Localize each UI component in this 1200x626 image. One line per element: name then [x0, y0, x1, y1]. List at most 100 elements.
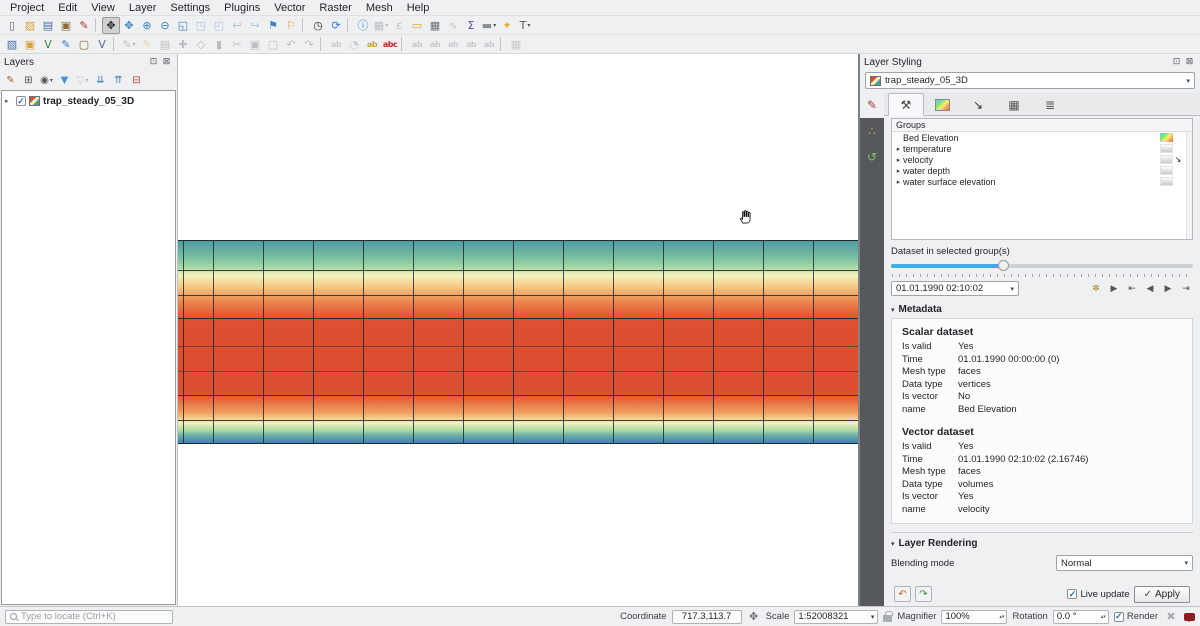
zoom-to-layer-icon[interactable]: ◰ [210, 17, 228, 34]
pan-to-selection-icon[interactable]: ✥ [120, 17, 138, 34]
dataset-group-row[interactable]: ▸ velocity ↘ [892, 154, 1192, 165]
refresh-map-icon[interactable]: ⟳ [327, 17, 345, 34]
previous-frame-button[interactable]: ◀ [1143, 282, 1157, 295]
expand-all-icon[interactable]: ⇊ [92, 72, 109, 88]
coordinate-input[interactable]: 717.3,113.7 [672, 610, 742, 624]
messages-icon[interactable] [1184, 613, 1195, 621]
sum-features-icon[interactable]: Σ [462, 17, 480, 34]
layer-rendering-header[interactable]: ▾ Layer Rendering [891, 532, 1193, 549]
mesh-frame-tab[interactable]: ▦ [996, 94, 1032, 115]
menu-item[interactable]: Layer [122, 0, 164, 15]
add-db-layer-icon[interactable]: ▢ [75, 36, 93, 53]
change-label-icon[interactable]: ab [480, 36, 498, 53]
filter-by-expression-icon[interactable]: ▽ [74, 72, 91, 88]
toggle-editing-icon[interactable]: ✎ [138, 36, 156, 53]
current-edits-icon[interactable]: ✎ [120, 36, 138, 53]
copy-features-icon[interactable]: ▣ [246, 36, 264, 53]
remove-layer-icon[interactable]: ⊟ [128, 72, 145, 88]
dataset-group-row[interactable]: ▸ water depth [892, 165, 1192, 176]
pin-labels-icon[interactable]: ab [408, 36, 426, 53]
temporal-controller-icon[interactable]: ◷ [309, 17, 327, 34]
contours-tab[interactable] [924, 94, 960, 115]
close-panel-icon[interactable]: ⊠ [160, 56, 173, 68]
undo-icon[interactable]: ↶ [282, 36, 300, 53]
vertex-tool-icon[interactable]: ◇ [192, 36, 210, 53]
add-postgis-layer-icon[interactable]: ▣ [21, 36, 39, 53]
zoom-in-icon[interactable]: ⊕ [138, 17, 156, 34]
print-layout-icon[interactable]: ▣ [57, 17, 75, 34]
contours-chip-icon[interactable] [1160, 155, 1173, 164]
time-slider[interactable] [891, 260, 1193, 272]
contours-chip-icon[interactable] [1160, 144, 1173, 153]
render-checkbox[interactable]: ✓ Render [1114, 611, 1158, 622]
dataset-group-row[interactable]: ▸ water surface elevation [892, 176, 1192, 187]
layer-visibility-checkbox[interactable]: ✓ [16, 96, 26, 106]
metadata-header[interactable]: ▾ Metadata [891, 304, 1193, 315]
zoom-next-icon[interactable]: ↪ [246, 17, 264, 34]
expander-icon[interactable]: ▸ [894, 145, 903, 153]
playback-settings-button[interactable]: ✻ [1089, 282, 1103, 295]
vectors-tab[interactable]: ↘ [960, 94, 996, 115]
new-bookmark-icon[interactable]: ⚑ [264, 17, 282, 34]
redo-style-button[interactable]: ↷ [915, 586, 932, 602]
time-combo[interactable]: 01.01.1990 02:10:02 ▾ [891, 281, 1019, 296]
text-annotation-icon[interactable]: T [516, 17, 534, 34]
open-project-icon[interactable]: ▨ [21, 17, 39, 34]
zoom-out-icon[interactable]: ⊖ [156, 17, 174, 34]
node-diagram-tab[interactable]: ∴ [860, 118, 884, 144]
expander-icon[interactable]: ▸ [894, 156, 903, 164]
extents-toggle-icon[interactable]: ✥ [747, 608, 761, 625]
add-feature-icon[interactable]: ✚ [174, 36, 192, 53]
add-delimited-text-icon[interactable]: ✎ [57, 36, 75, 53]
expander-icon[interactable]: ▸ [894, 167, 903, 175]
menu-item[interactable]: Mesh [359, 0, 400, 15]
style-manager-icon[interactable]: ✎ [75, 17, 93, 34]
last-frame-button[interactable]: ⇥ [1179, 282, 1193, 295]
next-frame-button[interactable]: ▶ [1161, 282, 1175, 295]
collapse-all-icon[interactable]: ⇈ [110, 72, 127, 88]
add-group-icon[interactable]: ⊞ [20, 72, 37, 88]
live-update-checkbox[interactable]: ✓ Live update [1067, 589, 1129, 600]
contours-chip-icon[interactable] [1160, 177, 1173, 186]
open-layer-styling-icon[interactable]: ✎ [2, 72, 19, 88]
lock-scale-icon[interactable] [883, 615, 892, 622]
move-label-icon[interactable]: ab [444, 36, 462, 53]
new-project-icon[interactable]: ▯ [3, 17, 21, 34]
paste-features-icon[interactable]: ▢ [264, 36, 282, 53]
menu-item[interactable]: Raster [312, 0, 358, 15]
zoom-full-icon[interactable]: ◱ [174, 17, 192, 34]
undock-panel-icon[interactable]: ⊡ [1170, 56, 1183, 68]
close-panel-icon[interactable]: ⊠ [1183, 56, 1196, 68]
layer-tree-item[interactable]: ▸ ✓ trap_steady_05_3D [2, 93, 175, 109]
symbology-tab[interactable]: ✎ [860, 92, 884, 118]
layer-selector-combo[interactable]: trap_steady_05_3D ▾ [865, 72, 1195, 89]
manage-map-themes-icon[interactable]: ◉ [38, 72, 55, 88]
abc-labels-icon[interactable]: abc [381, 36, 399, 53]
expander-icon[interactable]: ▸ [894, 178, 903, 186]
dataset-group-row[interactable]: ▸ temperature [892, 143, 1192, 154]
cut-features-icon[interactable]: ✂ [228, 36, 246, 53]
map-canvas[interactable] [178, 54, 858, 606]
history-tab[interactable]: ↺ [860, 144, 884, 170]
contours-chip-icon[interactable] [1160, 133, 1173, 142]
save-edits-icon[interactable]: ▤ [156, 36, 174, 53]
menu-item[interactable]: Project [3, 0, 51, 15]
statistics-icon[interactable]: ∿ [444, 17, 462, 34]
menu-item[interactable]: Vector [267, 0, 312, 15]
vector-arrow-icon[interactable]: ↘ [1173, 155, 1183, 164]
averaging-tab[interactable]: ≣ [1032, 94, 1068, 115]
spinner-arrows-icon[interactable]: ▴▾ [999, 611, 1004, 623]
filter-legend-icon[interactable]: ▼ [56, 72, 73, 88]
spinner-arrows-icon[interactable]: ▴▾ [1101, 611, 1106, 623]
stop-rendering-icon[interactable]: ✖ [1163, 608, 1179, 625]
play-button[interactable]: ▶ [1107, 282, 1121, 295]
contours-chip-icon[interactable] [1160, 166, 1173, 175]
rotation-spinbox[interactable]: 0.0 ° ▴▾ [1053, 610, 1109, 624]
menu-item[interactable]: View [84, 0, 122, 15]
select-by-expression-icon[interactable]: ε [390, 17, 408, 34]
locate-input[interactable]: Type to locate (Ctrl+K) [5, 610, 173, 624]
open-attribute-table-icon[interactable]: ▦ [426, 17, 444, 34]
measure-icon[interactable]: ▬ [480, 17, 498, 34]
rotate-label-icon[interactable]: ab [462, 36, 480, 53]
magnifier-spinbox[interactable]: 100% ▴▾ [941, 610, 1007, 624]
